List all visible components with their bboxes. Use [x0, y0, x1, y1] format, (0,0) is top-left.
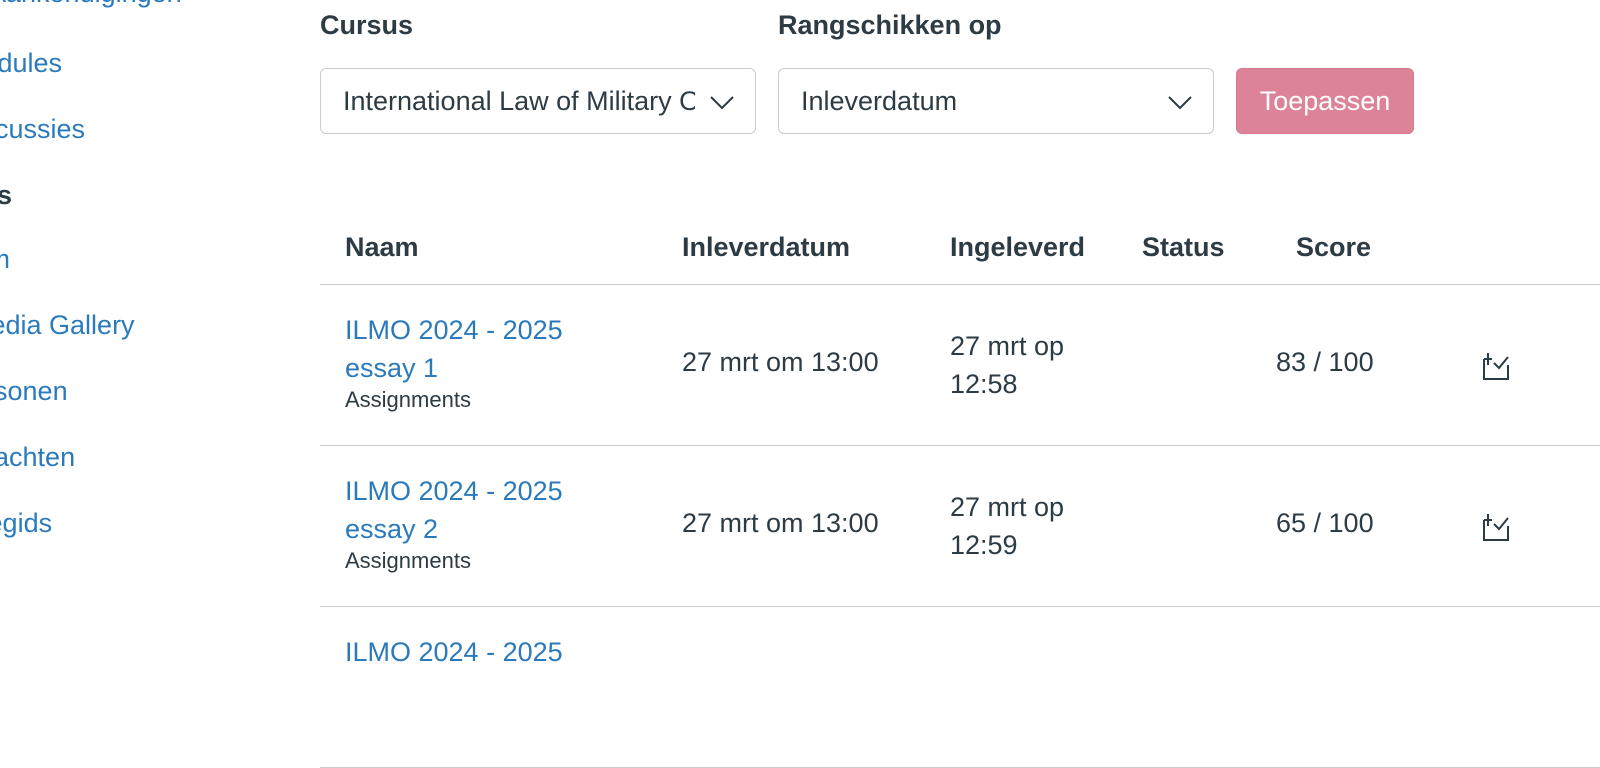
sort-select-value: Inleverdatum [801, 85, 958, 116]
column-header-submitted[interactable]: Ingeleverd [950, 232, 1085, 263]
column-header-status[interactable]: Status [1142, 232, 1225, 263]
rubric-icon[interactable] [1478, 349, 1512, 383]
sidebar-item-grades[interactable]: Cijfers [0, 180, 228, 211]
course-navigation: Aankondigingen Modules Discussies Cijfer… [0, 0, 300, 640]
sidebar-item-discussions[interactable]: Discussies [0, 114, 256, 145]
chevron-down-icon [710, 96, 734, 110]
course-filter-label: Cursus [320, 10, 414, 40]
assignment-group: Assignments [345, 548, 471, 573]
chevron-down-icon [1168, 96, 1192, 110]
due-date: 27 mrt om 13:00 [682, 347, 879, 377]
sort-filter-label: Rangschikken op [778, 10, 1002, 40]
grades-table-header: Naam Inleverdatum Ingeleverd Status Scor… [320, 220, 1600, 285]
sidebar-item-syllabus[interactable]: Studiegids [0, 508, 226, 539]
assignment-link[interactable]: ILMO 2024 - 2025 essay 1 [345, 311, 625, 387]
table-row: ILMO 2024 - 2025 essay 1 Assignments 27 … [320, 285, 1600, 446]
course-select[interactable]: International Law of Military Operations [320, 68, 756, 134]
sidebar-item-people[interactable]: Personen [0, 376, 252, 407]
column-header-name[interactable]: Naam [345, 232, 419, 263]
score: 65 / 100 [1276, 508, 1374, 538]
column-header-due[interactable]: Inleverdatum [682, 232, 850, 263]
sidebar-item-team[interactable]: Team [0, 244, 244, 275]
table-row: ILMO 2024 - 2025 essay 2 Assignments 27 … [320, 446, 1600, 607]
table-row: ILMO 2024 - 2025 [320, 607, 1600, 768]
score: 83 / 100 [1276, 347, 1374, 377]
submitted-date: 27 mrt op 12:59 [950, 492, 1065, 560]
sidebar-item-modules[interactable]: Modules [0, 48, 260, 79]
assignment-group: Assignments [345, 387, 471, 412]
sidebar-item-announcements[interactable]: Aankondigingen [0, 0, 288, 9]
due-date: 27 mrt om 13:00 [682, 508, 879, 538]
rubric-icon[interactable] [1478, 510, 1512, 544]
sidebar-item-assignments[interactable]: Opdrachten [0, 442, 234, 473]
assignment-link[interactable]: ILMO 2024 - 2025 essay 2 [345, 472, 625, 548]
column-header-score[interactable]: Score [1296, 232, 1371, 263]
course-select-value: International Law of Military Operations [343, 85, 695, 116]
assignment-link[interactable]: ILMO 2024 - 2025 [345, 633, 625, 671]
sort-select[interactable]: Inleverdatum [778, 68, 1214, 134]
submitted-date: 27 mrt op 12:58 [950, 331, 1065, 399]
apply-button[interactable]: Toepassen [1236, 68, 1414, 134]
sidebar-item-media-gallery[interactable]: Media Gallery [0, 310, 268, 341]
